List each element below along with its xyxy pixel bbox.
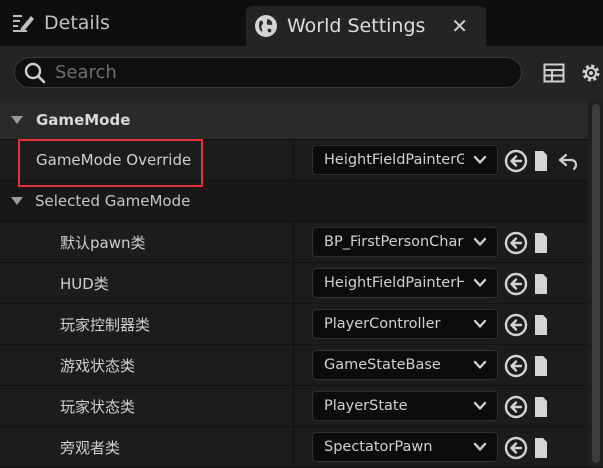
- tab-bar: Details World Settings ✕: [0, 0, 603, 46]
- tab-world-settings[interactable]: World Settings ✕: [246, 6, 486, 46]
- search-bar-area: [0, 46, 603, 100]
- scrollbar-thumb[interactable]: [592, 104, 600, 463]
- dropdown-value: HeightFieldPainterHUD: [324, 275, 464, 291]
- chevron-down-icon: [473, 401, 487, 410]
- class-dropdown[interactable]: GameStateBase: [312, 350, 498, 380]
- browse-to-asset-icon[interactable]: [504, 313, 528, 337]
- gear-icon[interactable]: [579, 61, 603, 85]
- chevron-down-icon: [473, 278, 487, 287]
- chevron-down-icon: [473, 319, 487, 328]
- dropdown-value: HeightFieldPainterGameMode: [324, 152, 464, 168]
- open-asset-icon[interactable]: [532, 149, 548, 173]
- table-view-icon[interactable]: [542, 61, 566, 85]
- column-splitter[interactable]: [293, 427, 294, 467]
- column-splitter[interactable]: [293, 304, 294, 344]
- tab-details[interactable]: Details: [0, 0, 240, 46]
- browse-to-asset-icon[interactable]: [504, 272, 528, 296]
- search-input[interactable]: [55, 62, 495, 83]
- class-dropdown[interactable]: PlayerController: [312, 309, 498, 339]
- class-row-label: 默认pawn类: [60, 233, 146, 252]
- open-asset-icon[interactable]: [532, 313, 548, 337]
- selected-gamemode-label: Selected GameMode: [35, 192, 191, 210]
- class-row: 玩家控制器类 PlayerController: [0, 304, 588, 345]
- dropdown-value: BP_FirstPersonCharacter: [324, 234, 464, 250]
- chevron-down-icon: [473, 237, 487, 246]
- category-label: GameMode: [36, 110, 131, 129]
- class-row-label: 旁观者类: [60, 438, 121, 457]
- open-asset-icon[interactable]: [532, 231, 548, 255]
- class-row-name-cell: 玩家状态类: [0, 386, 293, 426]
- column-splitter[interactable]: [293, 386, 294, 426]
- search-box[interactable]: [14, 57, 522, 88]
- browse-to-asset-icon[interactable]: [504, 354, 528, 378]
- column-splitter[interactable]: [293, 140, 294, 180]
- open-asset-icon[interactable]: [532, 395, 548, 419]
- close-tab-button[interactable]: ✕: [451, 14, 468, 38]
- open-asset-icon[interactable]: [532, 436, 548, 460]
- class-dropdown[interactable]: SpectatorPawn: [312, 432, 498, 462]
- class-row: 旁观者类 SpectatorPawn: [0, 427, 588, 468]
- class-row: 游戏状态类 GameStateBase: [0, 345, 588, 386]
- chevron-down-icon: [473, 155, 487, 164]
- column-splitter[interactable]: [293, 263, 294, 303]
- dropdown-value: PlayerState: [324, 398, 408, 414]
- search-icon: [23, 61, 47, 85]
- reset-to-default-icon[interactable]: [556, 149, 580, 173]
- class-row-name-cell: 默认pawn类: [0, 222, 293, 262]
- edit-pencil-icon: [10, 10, 36, 36]
- collapse-arrow-icon[interactable]: [11, 115, 23, 124]
- class-row-label: HUD类: [60, 274, 109, 293]
- tab-details-label: Details: [44, 12, 110, 34]
- dropdown-value: GameStateBase: [324, 357, 441, 373]
- column-splitter[interactable]: [293, 222, 294, 262]
- class-row-label: 玩家控制器类: [60, 315, 151, 334]
- class-row: HUD类 HeightFieldPainterHUD: [0, 263, 588, 304]
- browse-to-asset-icon[interactable]: [504, 231, 528, 255]
- globe-icon: [255, 15, 277, 37]
- selected-gamemode-subcategory[interactable]: Selected GameMode: [0, 181, 588, 222]
- class-dropdown[interactable]: BP_FirstPersonCharacter: [312, 227, 498, 257]
- browse-to-asset-icon[interactable]: [504, 395, 528, 419]
- class-row-name-cell: 旁观者类: [0, 427, 293, 467]
- class-row-name-cell: HUD类: [0, 263, 293, 303]
- class-row-label: 游戏状态类: [60, 356, 136, 375]
- tab-world-settings-label: World Settings: [287, 15, 426, 37]
- open-asset-icon[interactable]: [532, 272, 548, 296]
- gamemode-override-dropdown[interactable]: HeightFieldPainterGameMode: [312, 145, 498, 175]
- chevron-down-icon: [473, 442, 487, 451]
- dropdown-value: PlayerController: [324, 316, 441, 332]
- class-dropdown[interactable]: HeightFieldPainterHUD: [312, 268, 498, 298]
- dropdown-value: SpectatorPawn: [324, 439, 433, 455]
- browse-to-asset-icon[interactable]: [504, 436, 528, 460]
- class-row: 默认pawn类 BP_FirstPersonCharacter: [0, 222, 588, 263]
- category-gamemode[interactable]: GameMode: [0, 100, 588, 140]
- class-row: 玩家状态类 PlayerState: [0, 386, 588, 427]
- class-row-name-cell: 游戏状态类: [0, 345, 293, 385]
- class-dropdown[interactable]: PlayerState: [312, 391, 498, 421]
- highlight-box: [18, 139, 203, 187]
- column-splitter[interactable]: [293, 345, 294, 385]
- browse-to-asset-icon[interactable]: [504, 149, 528, 173]
- class-row-label: 玩家状态类: [60, 397, 136, 416]
- collapse-arrow-icon[interactable]: [11, 197, 23, 205]
- chevron-down-icon: [473, 360, 487, 369]
- class-row-name-cell: 玩家控制器类: [0, 304, 293, 344]
- open-asset-icon[interactable]: [532, 354, 548, 378]
